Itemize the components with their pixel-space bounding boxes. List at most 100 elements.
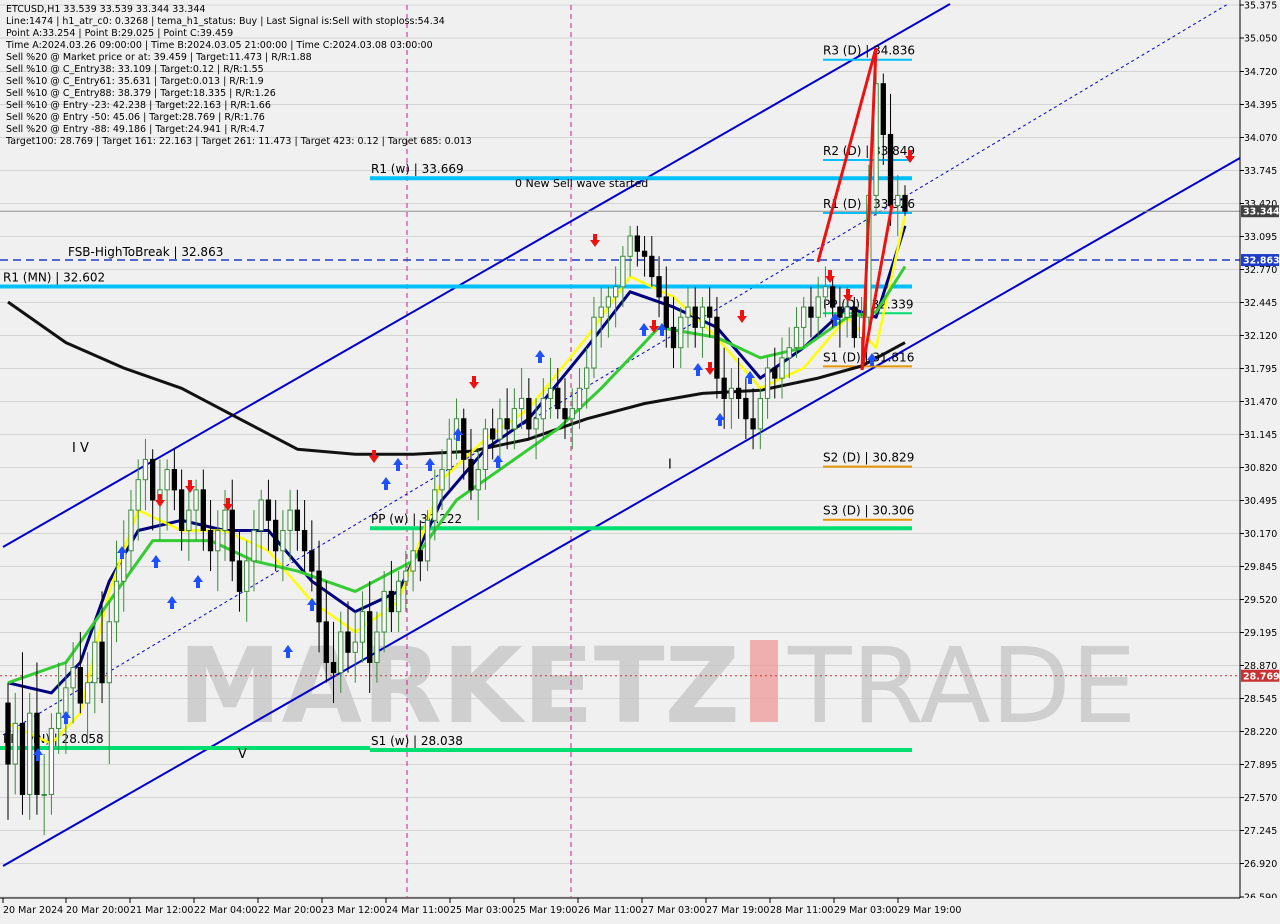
candle-body xyxy=(63,687,69,714)
candle-body xyxy=(533,418,539,430)
candle-body xyxy=(236,560,243,592)
candle-body xyxy=(714,316,720,379)
y-axis: 35.37535.05034.72034.39534.07033.74533.4… xyxy=(1239,0,1280,920)
candle-body xyxy=(128,509,134,552)
candle-body xyxy=(880,83,886,135)
candle-body xyxy=(70,667,76,689)
candle-body xyxy=(330,661,337,674)
candle-body xyxy=(779,357,785,379)
level-label: R1 (w) | 33.669 xyxy=(371,162,464,176)
candle-body xyxy=(41,793,47,796)
watermark-right: TRADE xyxy=(787,625,1137,747)
y-tick-label: 32.120 xyxy=(1244,331,1277,342)
candle-body xyxy=(19,722,26,795)
y-tick-label: 35.375 xyxy=(1244,1,1277,12)
candle-body xyxy=(504,418,510,430)
candle-body xyxy=(562,408,568,420)
x-tick-label: 26 Mar 11:00 xyxy=(578,905,641,916)
candle-body xyxy=(345,631,351,653)
candle-body xyxy=(793,326,800,349)
info-line: Sell %20 @ Entry -50: 45.06 | Target:28.… xyxy=(6,112,265,123)
x-axis: 20 Mar 2024 20 Mar 20:00 21 Mar 12:00 22 Ma… xyxy=(0,897,1280,920)
info-line: Sell %20 @ Entry -88: 49.186 | Target:24… xyxy=(6,124,265,135)
candle-body xyxy=(641,250,648,257)
y-tick-label: 27.570 xyxy=(1244,793,1277,804)
y-tick-label: 28.220 xyxy=(1244,727,1277,738)
candle-body xyxy=(851,306,858,339)
candle-body xyxy=(178,489,185,531)
candle-body xyxy=(352,641,358,653)
candle-body xyxy=(526,397,532,430)
candle-body xyxy=(692,306,698,328)
info-line: Sell %10 @ Entry -23: 42.238 | Target:22… xyxy=(6,100,271,111)
y-tick-label: 33.745 xyxy=(1244,166,1277,177)
candle-body xyxy=(294,509,301,531)
target-price-tag: 28.769 xyxy=(1243,671,1280,682)
current-price-tag: 33.344 xyxy=(1243,207,1280,218)
x-tick-label: 23 Mar 12:00 xyxy=(322,905,385,916)
x-tick-label: 27 Mar 03:00 xyxy=(642,905,705,916)
info-line: Sell %20 @ Market price or at: 39.459 | … xyxy=(6,52,312,63)
candle-body xyxy=(273,519,279,552)
candle-body xyxy=(359,611,366,643)
info-line: Sell %10 @ C_Entry61: 35.631 | Target:0.… xyxy=(6,76,264,87)
candle-body xyxy=(309,550,315,572)
level-label: S2 (D) | 30.829 xyxy=(823,451,914,465)
candle-body xyxy=(164,469,170,491)
candle-body xyxy=(887,133,894,207)
candle-body xyxy=(12,722,18,765)
info-line: Line:1474 | h1_atr_c0: 0.3268 | tema_h1_… xyxy=(6,16,445,27)
candle-body xyxy=(678,316,684,349)
candle-body xyxy=(750,418,756,430)
y-tick-label: 28.545 xyxy=(1244,694,1277,705)
candle-body xyxy=(707,306,713,318)
x-tick-label: 22 Mar 20:00 xyxy=(258,905,321,916)
candle-body xyxy=(265,499,272,521)
candle-body xyxy=(200,489,206,531)
candle-body xyxy=(475,469,481,491)
candle-body xyxy=(113,580,120,623)
watermark-bar xyxy=(750,640,778,722)
candle-body xyxy=(142,458,149,481)
candle-body xyxy=(482,428,489,471)
y-tick-label: 27.245 xyxy=(1244,826,1277,837)
candle-body xyxy=(461,418,467,460)
y-tick-label: 34.720 xyxy=(1244,67,1277,78)
x-tick-label: 21 Mar 12:00 xyxy=(130,905,193,916)
candle-body xyxy=(576,387,583,410)
chart-annotation: 0 New Sell wave started xyxy=(515,177,648,190)
x-tick-label: 27 Mar 19:00 xyxy=(706,905,769,916)
chart-annotation: I V xyxy=(72,441,89,456)
candle-body xyxy=(634,235,640,252)
candle-body xyxy=(547,387,554,399)
candle-body xyxy=(106,621,112,684)
candle-body xyxy=(620,255,626,288)
candle-body xyxy=(84,682,91,704)
candle-body xyxy=(439,469,445,491)
candle-body xyxy=(772,367,778,379)
candle-body xyxy=(743,397,749,420)
candle-body xyxy=(808,306,814,318)
y-tick-label: 30.820 xyxy=(1244,463,1277,474)
candle-body xyxy=(591,316,597,369)
candle-body xyxy=(135,479,141,511)
candle-body xyxy=(374,631,380,663)
x-tick-label: 22 Mar 04:00 xyxy=(194,905,257,916)
candle-body xyxy=(417,550,423,562)
candle-body xyxy=(215,529,221,552)
candle-body xyxy=(403,570,409,582)
candle-body xyxy=(395,580,402,613)
y-tick-label: 27.895 xyxy=(1244,760,1277,771)
candle-body xyxy=(511,408,518,430)
x-tick-label: 20 Mar 20:00 xyxy=(66,905,129,916)
candle-body xyxy=(55,712,62,729)
y-tick-label: 29.195 xyxy=(1244,628,1277,639)
candle-body xyxy=(801,306,807,328)
candle-body xyxy=(584,367,590,389)
x-tick-label: 25 Mar 19:00 xyxy=(514,905,577,916)
level-label: FSB-HighToBreak | 32.863 xyxy=(68,245,223,259)
candle-body xyxy=(388,590,395,613)
candle-body xyxy=(786,347,792,359)
watermark-left: MARKETZ xyxy=(178,625,740,747)
candle-body xyxy=(316,570,322,623)
